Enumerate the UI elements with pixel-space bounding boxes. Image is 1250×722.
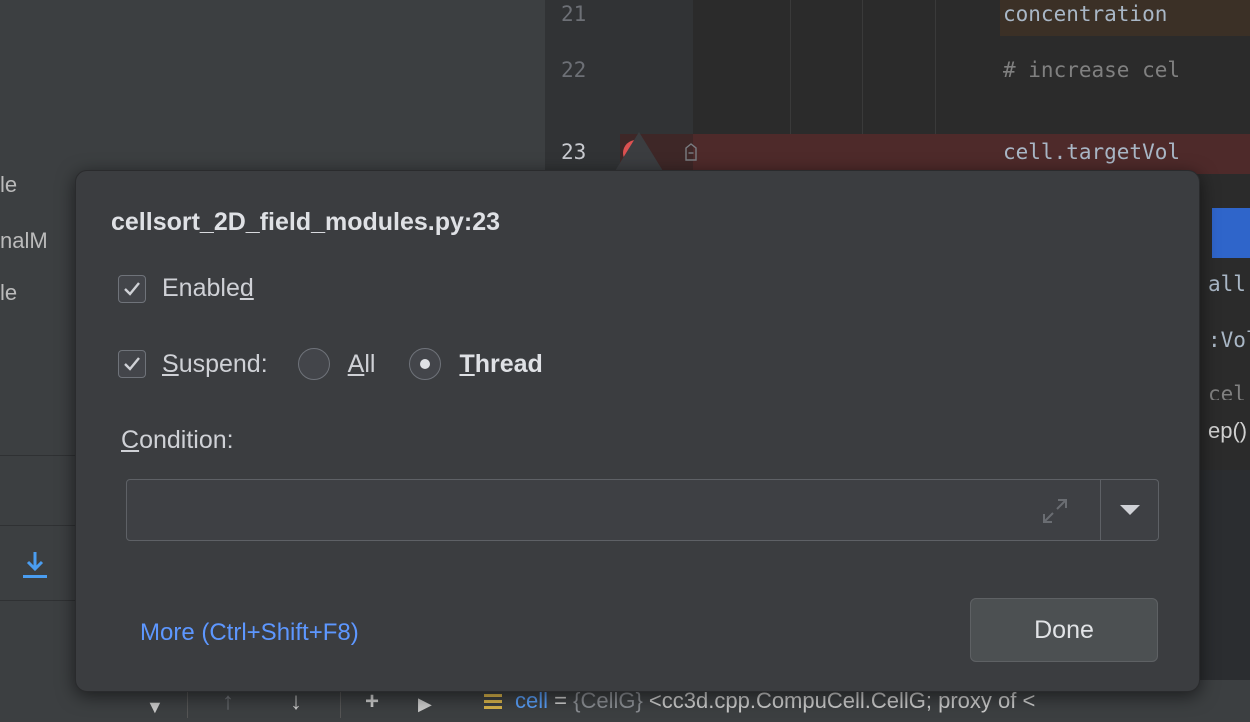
checkmark-icon	[124, 281, 140, 296]
add-icon[interactable]: +	[365, 688, 379, 716]
arrow-up-icon[interactable]: ↑	[222, 688, 234, 716]
dropdown-divider	[1100, 480, 1101, 540]
code-fragment: :Vol	[1208, 328, 1250, 352]
project-tree-item[interactable]: nalM	[0, 228, 48, 254]
expand-arrow-icon[interactable]: ▶	[418, 694, 432, 715]
enabled-checkbox[interactable]	[118, 274, 146, 303]
download-icon[interactable]	[20, 548, 50, 584]
suspend-thread-label[interactable]: Thread	[459, 350, 542, 379]
more-link[interactable]: More (Ctrl+Shift+F8)	[140, 619, 359, 647]
variable-icon	[484, 694, 502, 709]
line-number: 23	[561, 140, 587, 164]
checkmark-icon	[124, 357, 140, 371]
dropdown-arrow-icon[interactable]	[1120, 505, 1140, 515]
condition-input[interactable]	[126, 479, 1159, 541]
code-line[interactable]: cell.targetVol	[1003, 140, 1180, 164]
fold-marker-icon[interactable]	[684, 143, 698, 161]
expand-icon[interactable]	[1038, 494, 1072, 528]
breakpoint-properties-popup: cellsort_2D_field_modules.py:23 Enabled …	[75, 170, 1200, 692]
suspend-thread-radio[interactable]	[409, 348, 442, 380]
suspend-label: Suspend:	[162, 349, 268, 378]
suspend-all-label[interactable]: All	[348, 350, 376, 379]
code-line[interactable]: concentration	[1003, 2, 1167, 26]
code-fragment: all	[1208, 272, 1246, 296]
project-tree-item[interactable]: le	[0, 280, 17, 306]
arrow-down-icon[interactable]: ↓	[290, 688, 302, 716]
code-fragment: cel	[1208, 382, 1246, 400]
suspend-checkbox[interactable]	[118, 350, 146, 378]
popup-title: cellsort_2D_field_modules.py:23	[111, 208, 501, 236]
project-tree-item[interactable]: le	[0, 172, 17, 198]
enabled-label: Enabled	[162, 274, 254, 302]
toolbar-divider	[187, 690, 188, 718]
code-fragment: ep()	[1208, 418, 1248, 443]
line-number: 22	[561, 58, 587, 82]
radio-selected-dot	[420, 359, 431, 369]
done-button[interactable]: Done	[970, 598, 1158, 662]
chevron-down-icon[interactable]: ▼	[146, 697, 164, 718]
toolbar-divider	[340, 690, 341, 718]
suspend-option[interactable]: Suspend: All Thread	[118, 348, 543, 380]
suspend-all-radio[interactable]	[297, 348, 330, 380]
code-line[interactable]: # increase cel	[1003, 58, 1180, 82]
enabled-option[interactable]: Enabled	[118, 274, 254, 303]
line-number: 21	[561, 2, 587, 26]
popup-pointer	[615, 132, 663, 171]
selected-line-highlight	[1212, 208, 1250, 258]
condition-label: Condition:	[121, 426, 234, 454]
